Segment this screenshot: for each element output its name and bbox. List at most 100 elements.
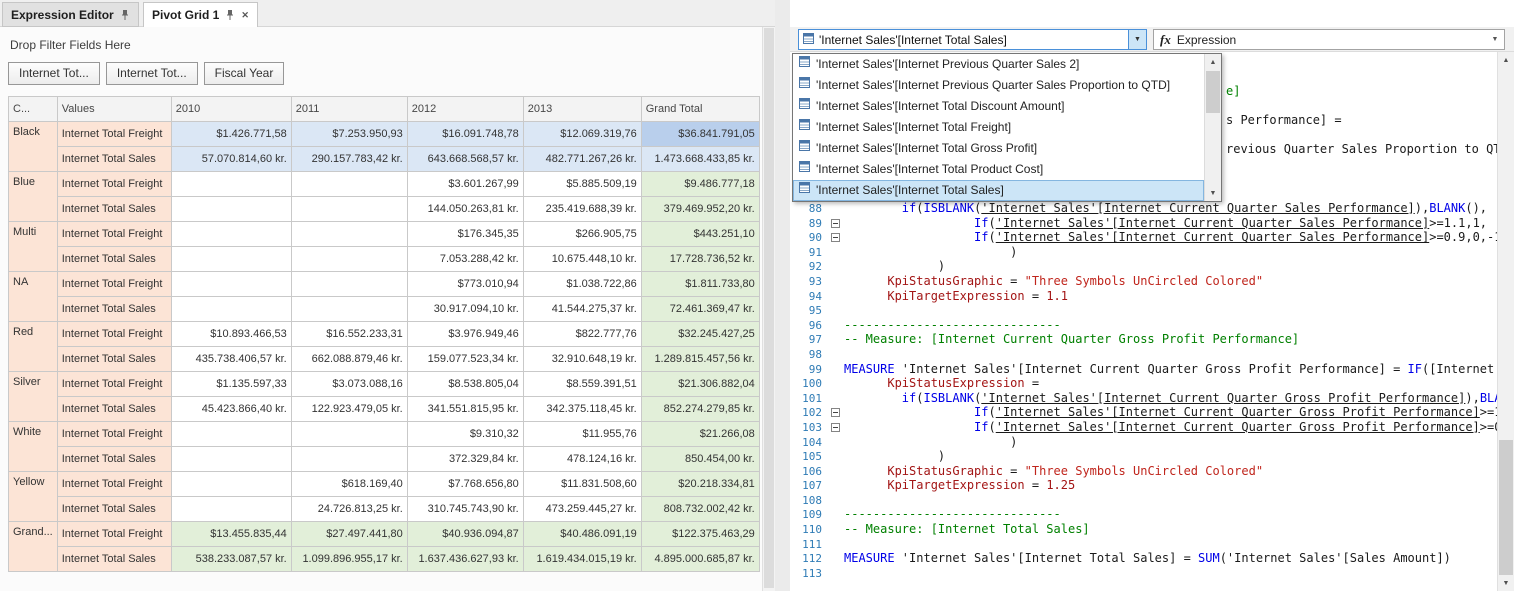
dropdown-item[interactable]: 'Internet Sales'[Internet Total Discount… (793, 96, 1204, 117)
pivot-row-group-label[interactable]: White (9, 422, 58, 472)
pivot-cell[interactable]: 30.917.094,10 kr. (407, 297, 523, 322)
dropdown-item[interactable]: 'Internet Sales'[Internet Total Gross Pr… (793, 138, 1204, 159)
pivot-cell[interactable]: $11.831.508,60 (523, 472, 641, 497)
pivot-row-group-label[interactable]: NA (9, 272, 58, 322)
pivot-total-cell[interactable]: 4.895.000.685,87 kr. (641, 547, 759, 572)
pivot-measure-label[interactable]: Internet Total Freight (57, 222, 171, 247)
fold-toggle-icon[interactable] (831, 219, 840, 228)
code-line[interactable]: 108 (790, 493, 1497, 508)
pivot-cell[interactable] (171, 447, 291, 472)
pivot-cell[interactable]: $176.345,35 (407, 222, 523, 247)
measure-selector-combo[interactable]: 'Internet Sales'[Internet Total Sales] ▼ (798, 29, 1147, 50)
pivot-cell[interactable]: $266.905,75 (523, 222, 641, 247)
pivot-cell[interactable]: 235.419.688,39 kr. (523, 197, 641, 222)
pivot-vertical-scrollbar[interactable] (762, 27, 775, 591)
pivot-cell[interactable]: $7.768.656,80 (407, 472, 523, 497)
scroll-up-icon[interactable]: ▲ (1205, 54, 1221, 70)
dropdown-item[interactable]: 'Internet Sales'[Internet Total Product … (793, 159, 1204, 180)
scrollbar-thumb[interactable] (1206, 71, 1220, 113)
pivot-total-cell[interactable]: $1.811.733,80 (641, 272, 759, 297)
pivot-cell[interactable]: $3.976.949,46 (407, 322, 523, 347)
pivot-row-group-label[interactable]: Yellow (9, 472, 58, 522)
expression-combo-dropdown-button[interactable]: ▼ (1486, 30, 1504, 49)
dropdown-item[interactable]: 'Internet Sales'[Internet Previous Quart… (793, 54, 1204, 75)
pivot-cell[interactable]: 32.910.648,19 kr. (523, 347, 641, 372)
pivot-cell[interactable]: $1.135.597,33 (171, 372, 291, 397)
pivot-row-group-label[interactable]: Blue (9, 172, 58, 222)
measure-combo-dropdown-button[interactable]: ▼ (1128, 30, 1146, 49)
scrollbar-thumb[interactable] (1499, 440, 1513, 575)
pivot-total-cell[interactable]: 850.454,00 kr. (641, 447, 759, 472)
pivot-measure-label[interactable]: Internet Total Sales (57, 447, 171, 472)
pivot-cell[interactable]: $3.073.088,16 (291, 372, 407, 397)
pivot-cell[interactable]: $27.497.441,80 (291, 522, 407, 547)
close-icon[interactable]: ✕ (241, 10, 249, 21)
pivot-cell[interactable]: 290.157.783,42 kr. (291, 147, 407, 172)
pivot-total-cell[interactable]: 1.289.815.457,56 kr. (641, 347, 759, 372)
code-line[interactable]: 110-- Measure: [Internet Total Sales] (790, 522, 1497, 537)
pivot-measure-label[interactable]: Internet Total Sales (57, 497, 171, 522)
pivot-cell[interactable]: $9.310,32 (407, 422, 523, 447)
pivot-cell[interactable]: 662.088.879,46 kr. (291, 347, 407, 372)
code-line[interactable]: 106 KpiStatusGraphic = "Three Symbols Un… (790, 464, 1497, 479)
pivot-cell[interactable] (171, 172, 291, 197)
pivot-row-group-label[interactable]: Black (9, 122, 58, 172)
pivot-cell[interactable] (291, 197, 407, 222)
code-line[interactable]: 104 ) (790, 435, 1497, 450)
fold-toggle-icon[interactable] (831, 233, 840, 242)
pivot-cell[interactable]: 482.771.267,26 kr. (523, 147, 641, 172)
pivot-cell[interactable]: 1.099.896.955,17 kr. (291, 547, 407, 572)
pivot-cell[interactable] (171, 272, 291, 297)
tab-pivot-grid[interactable]: Pivot Grid 1 ✕ (143, 2, 258, 28)
pivot-cell[interactable]: 1.619.434.015,19 kr. (523, 547, 641, 572)
expression-mode-combo[interactable]: fx Expression ▼ (1153, 29, 1505, 50)
pivot-cell[interactable]: $40.486.091,19 (523, 522, 641, 547)
filter-field-fiscal-year[interactable]: Fiscal Year (204, 62, 285, 85)
code-line[interactable]: 105 ) (790, 449, 1497, 464)
pivot-measure-label[interactable]: Internet Total Freight (57, 472, 171, 497)
pivot-cell[interactable] (291, 222, 407, 247)
code-line[interactable]: 97-- Measure: [Internet Current Quarter … (790, 332, 1497, 347)
pivot-header-2012[interactable]: 2012 (407, 97, 523, 122)
pivot-measure-label[interactable]: Internet Total Freight (57, 522, 171, 547)
pivot-total-cell[interactable]: 72.461.369,47 kr. (641, 297, 759, 322)
scrollbar-thumb[interactable] (764, 28, 774, 588)
tab-expression-editor[interactable]: Expression Editor (2, 2, 139, 27)
code-line[interactable]: 109------------------------------ (790, 507, 1497, 522)
panel-splitter[interactable] (775, 0, 790, 591)
pivot-cell[interactable] (291, 272, 407, 297)
pivot-total-cell[interactable]: $443.251,10 (641, 222, 759, 247)
pivot-cell[interactable]: $618.169,40 (291, 472, 407, 497)
pivot-cell[interactable]: 41.544.275,37 kr. (523, 297, 641, 322)
code-line[interactable]: 103 If('Internet Sales'[Internet Current… (790, 420, 1497, 435)
pivot-cell[interactable]: 57.070.814,60 kr. (171, 147, 291, 172)
pivot-header-grand-total[interactable]: Grand Total (641, 97, 759, 122)
pivot-cell[interactable] (171, 247, 291, 272)
pivot-header-values[interactable]: Values (57, 97, 171, 122)
code-line[interactable]: 90 If('Internet Sales'[Internet Current … (790, 230, 1497, 245)
pivot-header-2011[interactable]: 2011 (291, 97, 407, 122)
pivot-cell[interactable]: $16.552.233,31 (291, 322, 407, 347)
scroll-up-icon[interactable]: ▲ (1498, 52, 1514, 68)
pivot-measure-label[interactable]: Internet Total Freight (57, 122, 171, 147)
pivot-cell[interactable]: $11.955,76 (523, 422, 641, 447)
pivot-total-cell[interactable]: $21.266,08 (641, 422, 759, 447)
code-fragment[interactable]: e] (1226, 84, 1240, 99)
pivot-cell[interactable]: 372.329,84 kr. (407, 447, 523, 472)
pivot-cell[interactable]: $773.010,94 (407, 272, 523, 297)
filter-field-internet-total-2[interactable]: Internet Tot... (106, 62, 198, 85)
pivot-cell[interactable]: $40.936.094,87 (407, 522, 523, 547)
pivot-row-group-label[interactable]: Silver (9, 372, 58, 422)
pivot-total-cell[interactable]: $20.218.334,81 (641, 472, 759, 497)
code-fragment[interactable]: revious Quarter Sales Proportion to QTD (1226, 142, 1508, 157)
pivot-cell[interactable]: 478.124,16 kr. (523, 447, 641, 472)
pivot-measure-label[interactable]: Internet Total Freight (57, 272, 171, 297)
pivot-cell[interactable] (171, 297, 291, 322)
pivot-cell[interactable]: $1.038.722,86 (523, 272, 641, 297)
editor-vertical-scrollbar[interactable]: ▲ ▼ (1497, 52, 1514, 591)
pivot-measure-label[interactable]: Internet Total Sales (57, 347, 171, 372)
code-line[interactable]: 89 If('Internet Sales'[Internet Current … (790, 216, 1497, 231)
code-line[interactable]: 96------------------------------ (790, 318, 1497, 333)
pivot-cell[interactable] (171, 197, 291, 222)
pivot-row-group-label[interactable]: Red (9, 322, 58, 372)
